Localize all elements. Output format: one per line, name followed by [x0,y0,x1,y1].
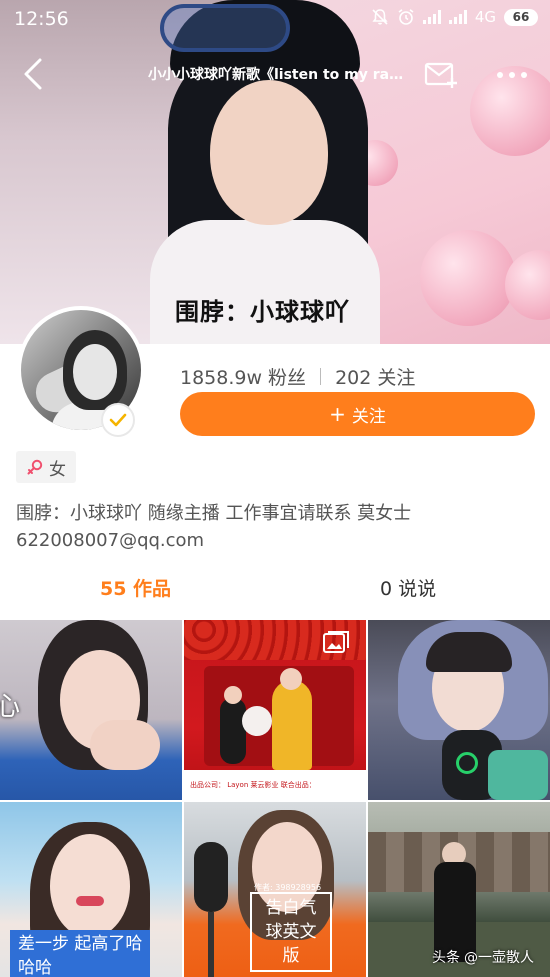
network-type: 4G [474,8,496,26]
video-thumbnail[interactable]: 差一步 起高了哈 哈哈 [0,802,182,977]
video-thumbnail[interactable] [368,620,550,800]
bio-email: 622008007@qq.com [16,530,205,551]
checkmark-icon [109,413,127,427]
plus-icon: + [329,402,346,426]
top-nav: 小小小球球吖新歌《listen to my radi... [0,46,550,102]
status-bar: 12:56 4G 66 [0,0,550,38]
banner-caption: 围脖：小球球吖 [175,298,350,326]
signal-icon [448,10,467,24]
cover-credits: 出品公司： Layon 莱云影业 联合出品： [190,781,316,789]
alarm-clock-icon [398,9,414,25]
video-thumbnail[interactable]: 出品公司： Layon 莱云影业 联合出品： [184,620,366,800]
content-tabs: 55 作品 0 说说 [0,568,550,608]
verified-badge [101,403,135,437]
watermark: 头条 @一壶散人 [432,944,534,970]
profile-page: 围脖：小球球吖 12:56 4G 66 小小小球球吖新歌《listen to m… [0,0,550,977]
bio-line: 围脖：小球球吖 随缘主播 工作事宜请联系 莫女士 [16,503,412,524]
follow-button[interactable]: + 关注 [180,392,535,436]
cover-text: 心 [0,692,21,722]
status-icons: 4G 66 [371,8,538,26]
follow-stats: 1858.9w 粉丝 202 关注 [180,362,415,390]
tab-works[interactable]: 55 作品 [100,574,171,601]
mail-plus-icon [424,62,457,88]
watermark-brand: 头条 [432,950,460,966]
status-time: 12:56 [14,8,69,30]
video-thumbnail[interactable]: 心 [0,620,182,800]
video-grid: 心 出品公司： Layon 莱云影业 联合出品： 差一步 起高了哈 哈哈 作者:… [0,620,550,977]
chevron-left-icon [24,58,42,90]
mute-bell-icon [372,9,388,25]
photo-album-icon [323,631,349,653]
female-symbol-icon [27,459,43,475]
following-count[interactable]: 202 关注 [335,363,415,390]
follow-label: 关注 [351,406,386,427]
cover-caption: 差一步 起高了哈 哈哈 [10,930,151,977]
battery-indicator: 66 [504,8,538,26]
nav-title: 小小小球球吖新歌《listen to my radi... [148,67,408,83]
tab-posts[interactable]: 0 说说 [380,574,436,601]
divider [320,367,322,385]
pink-ball-decor [420,230,516,326]
video-thumbnail[interactable]: 作者: 398928956 告白气 球英文 版 [184,802,366,977]
more-button[interactable] [494,60,530,90]
signal-icon [422,10,441,24]
fans-count[interactable]: 1858.9w 粉丝 [180,363,306,390]
gender-tag: 女 [16,451,76,483]
gender-label: 女 [49,459,66,480]
profile-bio: 围脖：小球球吖 随缘主播 工作事宜请联系 莫女士 622008007@qq.co… [16,500,536,554]
more-dots-icon [497,72,527,78]
cover-caption: 告白气 球英文 版 [250,892,332,972]
back-button[interactable] [18,56,52,92]
message-button[interactable] [424,60,458,90]
watermark-author: @一壶散人 [464,950,534,966]
